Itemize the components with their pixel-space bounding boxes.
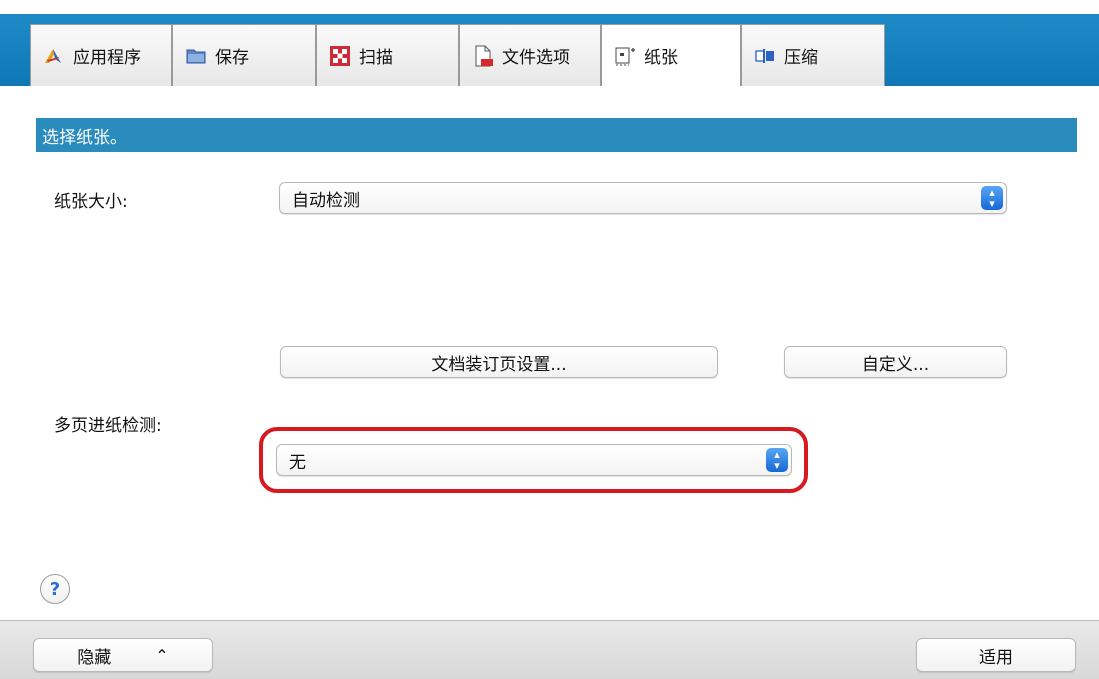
window-top-strip [0, 0, 1099, 14]
hide-label: 隐藏 [77, 647, 112, 668]
custom-button[interactable]: 自定义... [784, 346, 1007, 378]
tab-application[interactable]: 应用程序 [30, 24, 172, 86]
multifeed-label: 多页进纸检测: [54, 416, 162, 436]
tab-label: 纸张 [644, 48, 678, 68]
compression-icon [754, 45, 776, 67]
tab-paper[interactable]: 纸张 [601, 24, 741, 86]
paper-icon [614, 45, 636, 67]
tab-label: 扫描 [359, 48, 393, 68]
tab-save[interactable]: 保存 [172, 24, 316, 86]
paper-size-label: 纸张大小: [54, 192, 128, 212]
section-header: 选择纸张。 [36, 118, 1077, 152]
help-button[interactable]: ? [40, 574, 70, 604]
hide-button[interactable]: 隐藏 ⌃ [33, 638, 213, 672]
tab-label: 应用程序 [73, 48, 141, 68]
paper-size-select[interactable]: 自动检测 ▴ ▾ [279, 182, 1007, 214]
footer-bar: 隐藏 ⌃ 适用 [0, 620, 1099, 679]
highlight-annotation [259, 427, 808, 493]
tab-scan[interactable]: 扫描 [316, 24, 459, 86]
tab-label: 文件选项 [502, 48, 570, 68]
binding-settings-button[interactable]: 文档装订页设置... [280, 346, 718, 378]
chevron-up-icon: ⌃ [155, 645, 169, 665]
help-icon: ? [49, 578, 61, 600]
tab-label: 压缩 [784, 48, 818, 68]
folder-icon [185, 45, 207, 67]
scan-icon [329, 45, 351, 67]
file-option-icon [472, 45, 494, 67]
tab-file-option[interactable]: 文件选项 [459, 24, 601, 86]
application-icon [43, 45, 65, 67]
tab-label: 保存 [215, 48, 249, 68]
apply-button[interactable]: 适用 [916, 638, 1076, 672]
paper-size-value: 自动检测 [292, 190, 360, 211]
updown-chevron-icon: ▴ ▾ [981, 186, 1003, 210]
tab-compression[interactable]: 压缩 [741, 24, 885, 86]
